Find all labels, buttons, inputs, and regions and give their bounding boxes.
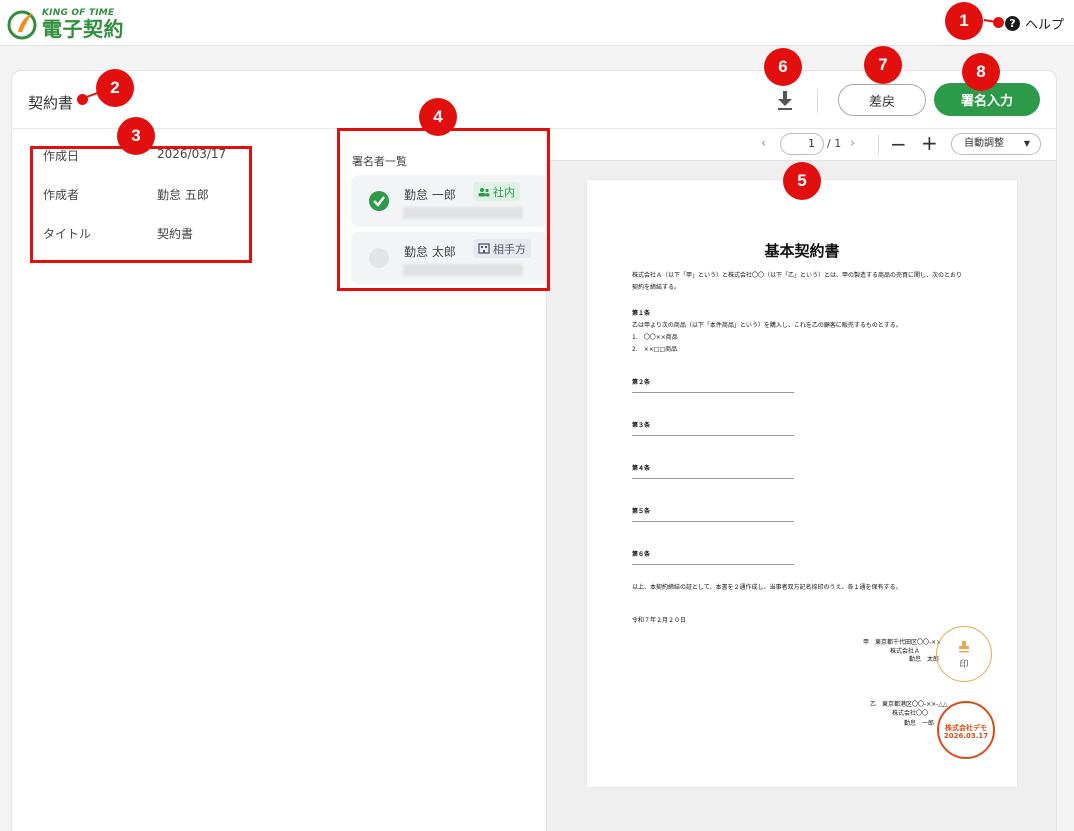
zoom-mode-select[interactable]: 自動調整 ▼ — [951, 133, 1041, 155]
zoom-mode-label: 自動調整 — [964, 138, 1004, 149]
viewer-toolbar: ‹ 1 / 1 › − + 自動調整 ▼ — [547, 129, 1056, 161]
page-title: 契約書 — [28, 94, 74, 112]
stamp-icon — [959, 641, 969, 653]
download-icon — [778, 91, 792, 110]
doc-article-heading: 第１条 — [632, 310, 651, 317]
callout-marker-3: 3 — [117, 117, 155, 155]
next-page-button[interactable]: › — [850, 136, 855, 151]
doc-date: 令和７年２月２０日 — [632, 617, 687, 624]
party-a-name: 勤怠 太郎 — [909, 656, 940, 663]
doc-placeholder: ――――――――――――――――――――――――――― — [632, 475, 794, 482]
doc-article-heading: 第４条 — [632, 465, 651, 472]
doc-placeholder: ――――――――――――――――――――――――――― — [632, 432, 794, 439]
doc-text: 2. ××□□商品 — [632, 346, 678, 353]
doc-text: 乙は甲より次の商品（以下「本件商品」という）を購入し、これを乙の顧客に販売するも… — [632, 322, 902, 329]
callout-marker-2: 2 — [96, 69, 134, 107]
toolbar-divider — [817, 89, 818, 113]
page-total: / 1 — [827, 137, 842, 150]
zoom-out-button[interactable]: − — [890, 132, 907, 156]
party-a-company: 株式会社Ａ — [890, 648, 921, 655]
document-page: 基本契約書 株式会社Ａ（以下「甲」という）と株式会社〇〇（以下「乙」という）とは… — [587, 180, 1017, 787]
doc-placeholder: ――――――――――――――――――――――――――― — [632, 518, 794, 525]
prev-page-button[interactable]: ‹ — [761, 136, 766, 151]
help-icon: ? — [1004, 16, 1020, 31]
doc-text: 株式会社Ａ（以下「甲」という）と株式会社〇〇（以下「乙」という）とは、甲の製造す… — [632, 272, 963, 279]
signature-field-seal[interactable]: 印 — [936, 626, 992, 682]
callout-marker-6: 6 — [764, 48, 802, 86]
marker-connector — [983, 19, 997, 23]
callout-marker-4: 4 — [419, 98, 457, 136]
highlight-info-box — [30, 146, 252, 263]
party-b-name: 勤怠 一郎 — [904, 720, 935, 727]
callout-marker-7: 7 — [864, 46, 902, 84]
callout-marker-8: 8 — [962, 53, 1000, 91]
company-seal-stamp: 株式会社デモ 2026.03.17 — [937, 701, 995, 759]
doc-article-heading: 第３条 — [632, 422, 651, 429]
party-b-company: 株式会社〇〇 — [892, 710, 929, 717]
doc-text: 契約を締結する。 — [632, 284, 681, 291]
caret-down-icon: ▼ — [1023, 139, 1030, 148]
callout-marker-1: 1 — [945, 2, 983, 40]
help-label: ヘルプ — [1024, 18, 1064, 33]
callout-marker-5: 5 — [783, 162, 821, 200]
highlight-signers-box — [337, 128, 550, 291]
logo-mark-icon — [6, 8, 38, 40]
card-header: 契約書 差戻 署名入力 — [12, 71, 1056, 129]
doc-article-heading: 第６条 — [632, 551, 651, 558]
page-number-input[interactable]: 1 — [780, 133, 824, 155]
party-b-address: 乙 東京都港区〇〇-××-△△ — [870, 701, 948, 708]
doc-placeholder: ――――――――――――――――――――――――――― — [632, 561, 794, 568]
download-button[interactable] — [775, 89, 795, 111]
viewer-divider — [878, 135, 879, 155]
seal-date: 2026.03.17 — [943, 732, 989, 740]
doc-text: 1. 〇〇××商品 — [632, 334, 678, 341]
return-button[interactable]: 差戻 — [838, 84, 926, 116]
party-a-address: 甲 東京都千代田区〇〇-×× — [863, 639, 942, 646]
zoom-in-button[interactable]: + — [921, 131, 938, 155]
doc-text: 以上、本契約締結の証として、本書を２通作成し、当事者双方記名捺印のうえ、各１通を… — [632, 584, 902, 591]
app-logo[interactable]: KING OF TIME 電子契約 — [6, 6, 124, 42]
help-link[interactable]: ? ヘルプ — [1004, 14, 1064, 33]
seal-label: 印 — [959, 660, 969, 670]
document-title: 基本契約書 — [764, 242, 840, 260]
top-bar: KING OF TIME 電子契約 ? ヘルプ — [0, 0, 1074, 46]
doc-article-heading: 第２条 — [632, 379, 651, 386]
doc-placeholder: ――――――――――――――――――――――――――― — [632, 389, 794, 396]
document-viewer: ‹ 1 / 1 › − + 自動調整 ▼ 基本契約書 株式会社Ａ（以下「甲」とい… — [546, 129, 1056, 831]
logo-name: 電子契約 — [42, 17, 124, 41]
doc-article-heading: 第５条 — [632, 508, 651, 515]
